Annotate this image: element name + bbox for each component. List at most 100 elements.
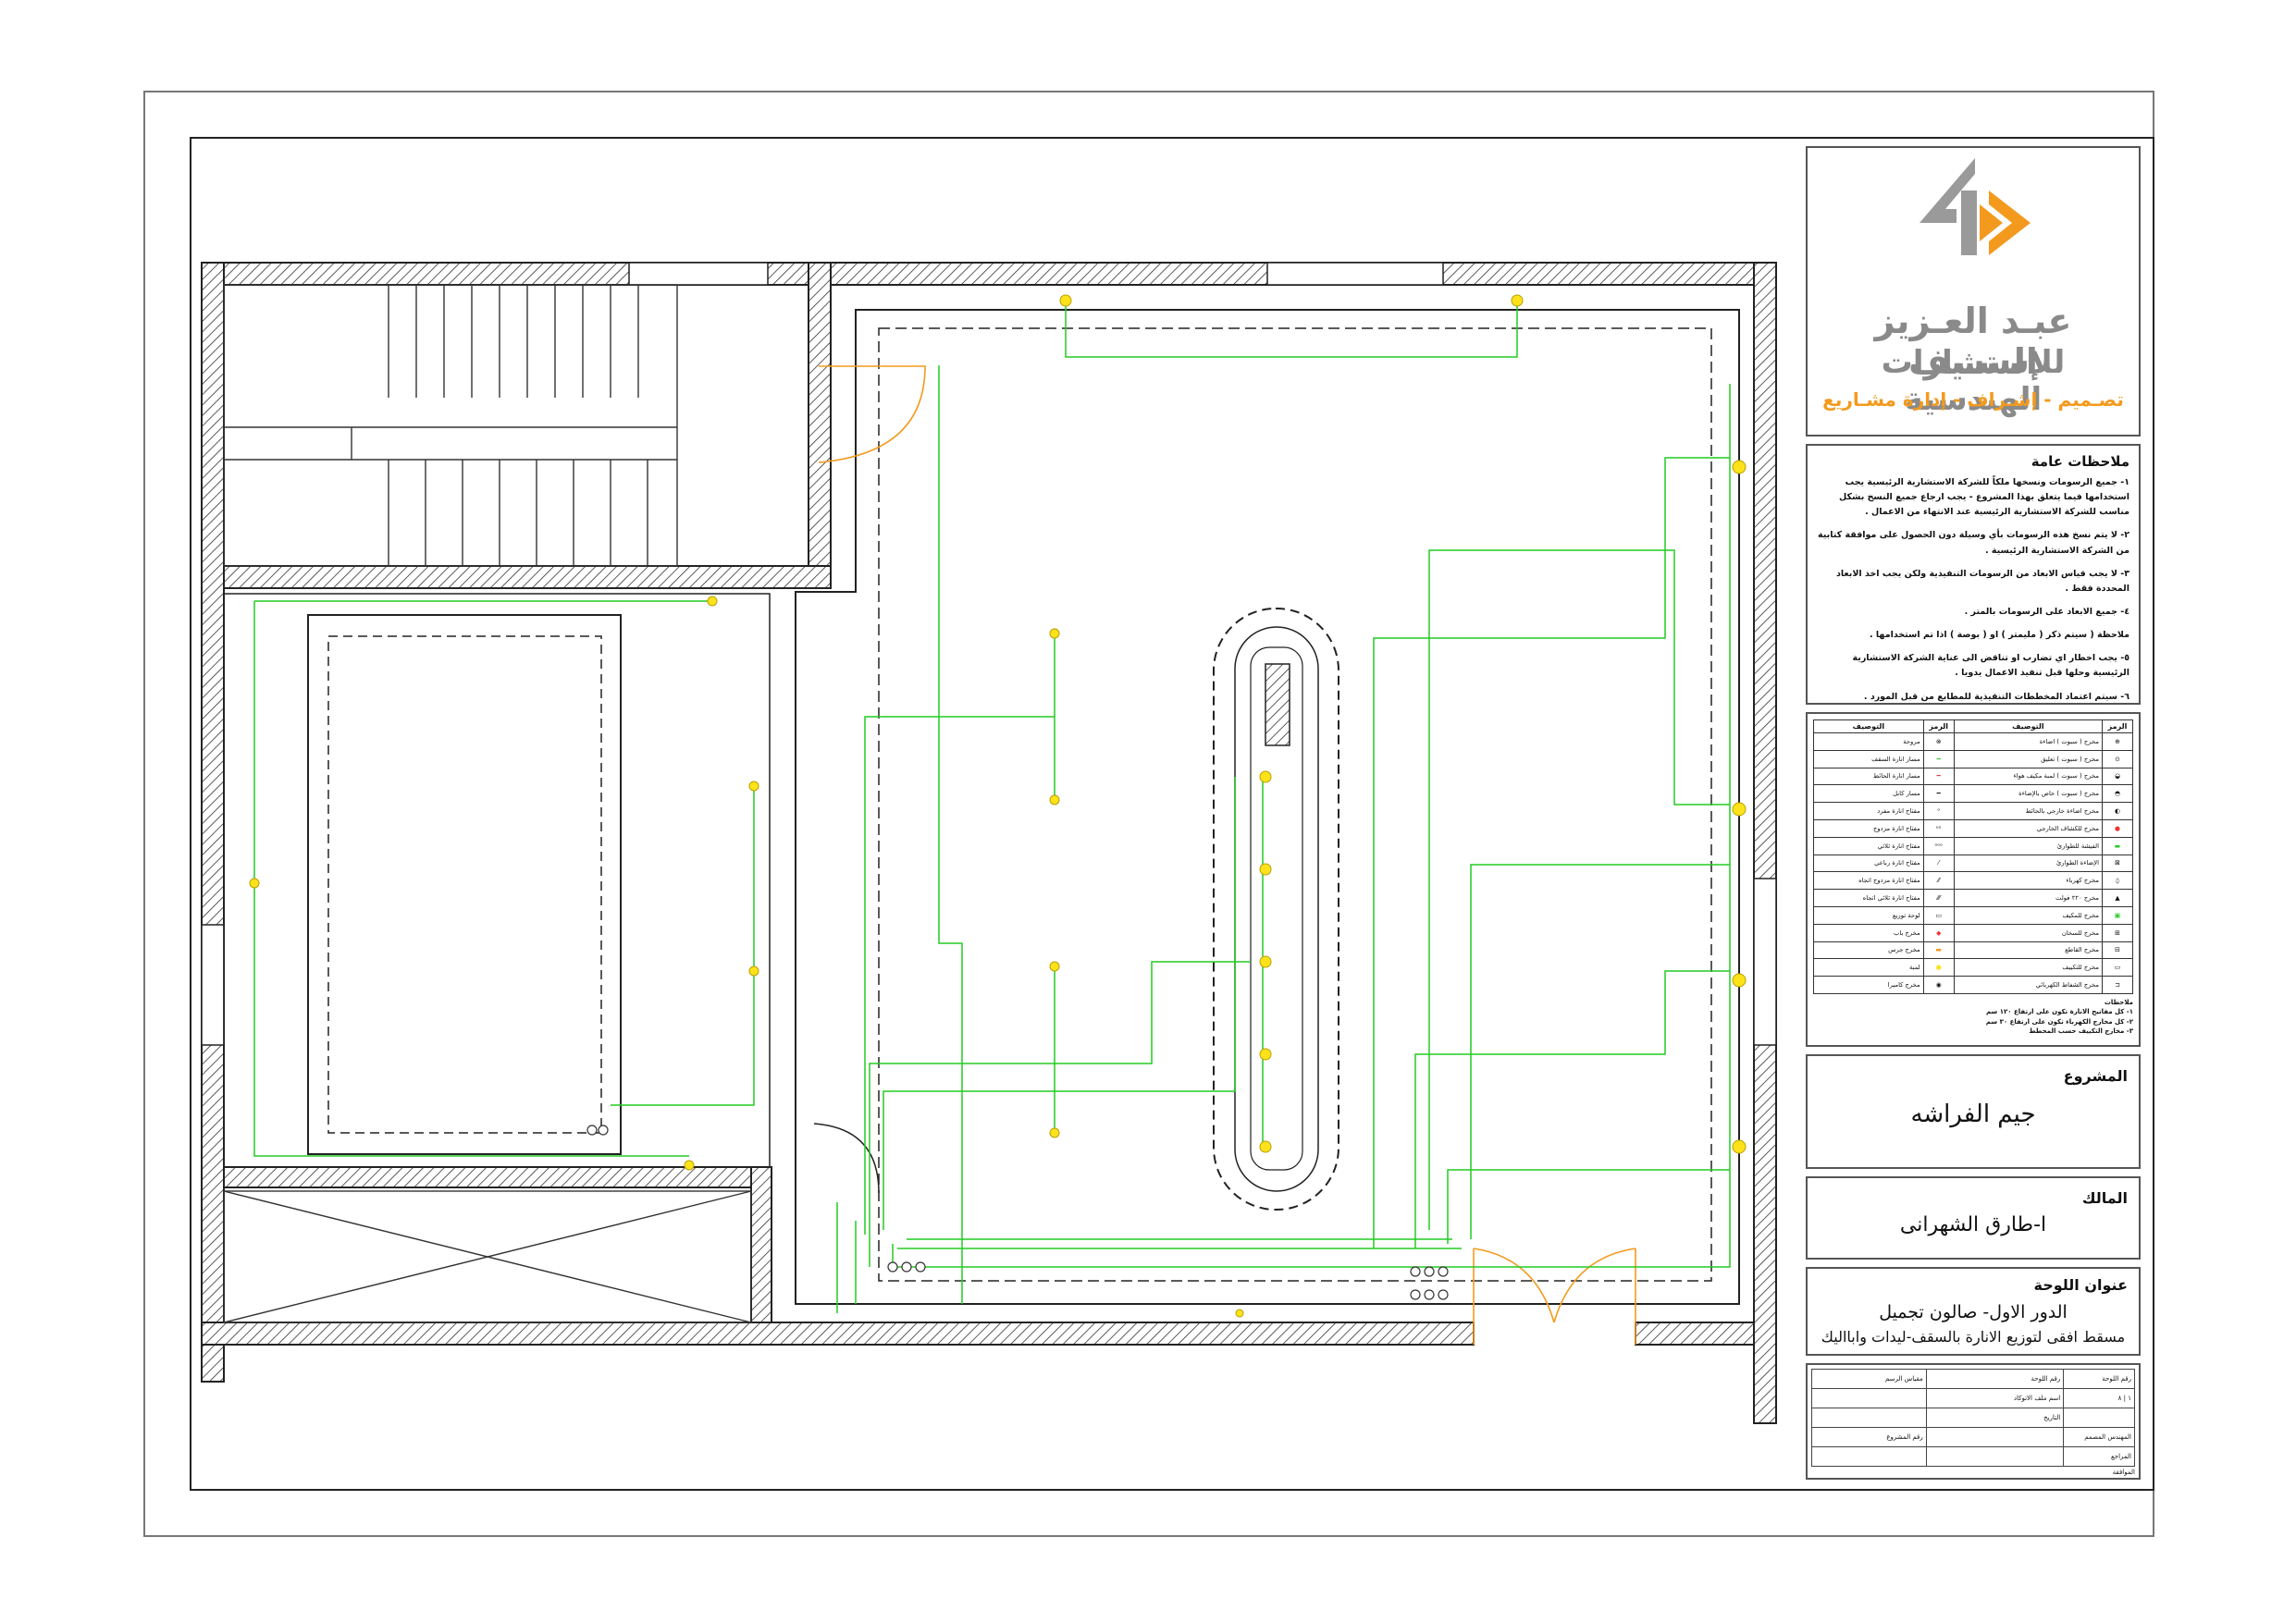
- legend-desc: مخرج للمكيف: [1953, 905, 2104, 925]
- approval-label: الموافقة: [2112, 1469, 2135, 1476]
- legend-desc: مخرج كاميرا: [1813, 976, 1924, 994]
- legend-symbol-icon: ⊗: [1922, 732, 1955, 751]
- legend-symbol-icon: ⊕: [2102, 732, 2133, 751]
- legend-header-symbol: الرمز: [1922, 719, 1955, 733]
- lighting-circuits: [253, 305, 1731, 1313]
- date-label: التاريخ: [1925, 1408, 2065, 1428]
- project-panel: المشروع جيم الفراشه: [1806, 1054, 2141, 1169]
- note-item: ١- جميع الرسومات ونسخها ملكاً للشركة الا…: [1839, 477, 2129, 518]
- stairs: [223, 284, 678, 567]
- sheet-no-label: رقم اللوحة: [2063, 1369, 2135, 1389]
- legend-desc: الفيشة للطوارئ: [1953, 836, 2104, 855]
- legend-desc: مخرج ( سبوت ) لمبة مكيف هواء: [1953, 767, 2104, 786]
- legend-desc: مخرج القاطع: [1953, 941, 2104, 960]
- sheet-title-label: عنوان اللوحة: [2033, 1276, 2129, 1294]
- empty-cell: [1811, 1408, 1927, 1428]
- project-name: جيم الفراشه: [1910, 1100, 2036, 1128]
- owner-panel: المالك ا-طارق الشهرانى: [1806, 1176, 2141, 1260]
- review-label: المراجع: [2063, 1446, 2135, 1467]
- legend-symbol-icon: ⁄: [1922, 854, 1955, 873]
- legend-desc: الإضاءة الطوارئ: [1953, 854, 2104, 873]
- legend-symbol-icon: ◆: [1922, 923, 1955, 942]
- legend-desc: مخرج كهرباء: [1953, 871, 2104, 891]
- legend-symbol-icon: ⊟: [2102, 941, 2133, 960]
- legend-desc: مفتاح انارة مزدوج: [1813, 818, 1924, 838]
- legend-symbol-icon: ◒: [2102, 767, 2133, 786]
- legend-footnote: ٣- مخارج التكييف حسب المخطط: [2029, 1027, 2133, 1036]
- project-no-label: رقم المشروع: [1811, 1427, 1927, 1447]
- sheet-meta-panel: رقم اللوحة رقم اللوحة مقياس الرسم ١ | ٨ …: [1806, 1363, 2141, 1480]
- legend-footnote: ١- كل مفاتيح الانارة تكون على ارتفاع ١٢٠…: [1985, 1008, 2133, 1016]
- legend-desc: مسار كابل: [1813, 784, 1924, 804]
- note-item: ٣- لا يجب قياس الابعاد من الرسومات التنف…: [1835, 568, 2129, 594]
- legend-symbol-icon: ᵒᵒ: [1922, 818, 1955, 838]
- legend-symbol-icon: ᵒᵒᵒ: [1922, 836, 1955, 855]
- doors: [818, 365, 1636, 1345]
- legend-symbol-icon: ▣: [2102, 905, 2133, 925]
- sheet-no-label: رقم اللوحة: [1925, 1369, 2065, 1389]
- legend-desc: مسار انارة الحائط: [1813, 767, 1924, 786]
- legend-desc: مخرج باب: [1813, 923, 1924, 942]
- legend-footnotes: ملاحظات ١- كل مفاتيح الانارة تكون على ار…: [1813, 998, 2133, 1037]
- legend-symbol-icon: ◐: [2102, 802, 2133, 820]
- elevator-shaft: [223, 1190, 752, 1323]
- legend-desc: مفتاح انارة مزدوج اتجاه: [1813, 871, 1924, 891]
- legend-symbol-icon: ⁄⁄: [1922, 871, 1955, 891]
- legend-desc: مفتاح انارة رباعي: [1813, 854, 1924, 873]
- empty-cell: [1925, 1427, 2065, 1447]
- owner-label: المالك: [2081, 1189, 2128, 1207]
- legend-footnote: ٢- كل مخارج الكهرباء تكون على ارتفاع ٣٠ …: [1985, 1017, 2133, 1026]
- legend-desc: مخرج ٢٢٠ فولت: [1953, 889, 2104, 907]
- empty-cell: [1811, 1446, 1927, 1467]
- legend-symbol-icon: ⊏: [2102, 976, 2133, 994]
- legend-desc: مفتاح انارة مفرد: [1813, 802, 1924, 820]
- note-item: ٤- جميع الابعاد على الرسومات بالمتر .: [1964, 606, 2129, 617]
- main-hall: [795, 309, 1740, 1305]
- legend-symbol-icon: ▲: [2102, 889, 2133, 907]
- legend-desc: مروحة: [1813, 732, 1924, 751]
- legend-symbol-icon: ᵒ: [1922, 802, 1955, 820]
- legend-footnote: ملاحظات: [2104, 998, 2133, 1006]
- note-item: ٢- لا يتم نسخ هذه الرسومات بأي وسيلة دون…: [1818, 530, 2129, 556]
- legend-symbol-icon: ●: [2102, 818, 2133, 838]
- sheet-meta-table: رقم اللوحة رقم اللوحة مقياس الرسم ١ | ٨ …: [1811, 1369, 2135, 1467]
- legend-header-desc: التوصيف: [1813, 719, 1924, 733]
- legend-desc: مفتاح انارة ثلاثي اتجاه: [1813, 889, 1924, 907]
- legend-table: الرمز التوصيف الرمز التوصيف ⊕ مخرج ( سبوت…: [1813, 719, 2133, 994]
- scale-label: مقياس الرسم: [1811, 1369, 1927, 1389]
- legend-desc: مخرج الشفاط الكهربائي: [1953, 976, 2104, 994]
- legend-symbol-icon: ⊙: [2102, 749, 2133, 768]
- sheet-no-value: ١ | ٨: [2063, 1388, 2135, 1408]
- logo-panel: عبـد العـزيز السـيف للإستشارات الهندسية …: [1806, 146, 2141, 436]
- sheet-title-panel: عنوان اللوحة الدور الاول- صالون تجميل مس…: [1806, 1267, 2141, 1356]
- cad-file-label: اسم ملف الاتوكاد: [1925, 1388, 2065, 1408]
- legend-desc: مخرج للتكييف: [1953, 958, 2104, 977]
- empty-cell: [1925, 1446, 2065, 1467]
- legend-symbol-icon: ◉: [1922, 976, 1955, 994]
- sheet-title-line1: الدور الاول- صالون تجميل: [1879, 1302, 2068, 1322]
- legend-symbol-icon: ▭: [2102, 958, 2133, 977]
- empty-cell: [1811, 1388, 1927, 1408]
- note-item: ٦- سيتم اعتماد المخططات التنفيذية للمطاب…: [1863, 691, 2129, 702]
- legend-symbol-icon: ⊠: [2102, 854, 2133, 873]
- firm-tagline: تصـميم - إشـراف - إدارة مشـاريع: [1822, 388, 2124, 411]
- legend-symbol-icon: ●: [1922, 958, 1955, 977]
- legend-symbol-icon: ━: [1922, 767, 1955, 786]
- legend-symbol-icon: ▭: [1922, 905, 1955, 925]
- legend-desc: مخرج للكشاف الخارجي: [1953, 818, 2104, 838]
- legend-desc: لوحة توزيع: [1813, 905, 1924, 925]
- legend-symbol-icon: ⁄⁄⁄: [1922, 889, 1955, 907]
- legend-header-symbol: الرمز: [2102, 719, 2133, 733]
- legend-symbol-icon: ━: [1922, 784, 1955, 804]
- legend-panel: الرمز التوصيف الرمز التوصيف ⊕ مخرج ( سبوت…: [1806, 712, 2141, 1047]
- legend-desc: مخرج جرس: [1813, 941, 1924, 960]
- empty-cell: [2063, 1408, 2135, 1428]
- general-notes-panel: ملاحظات عامة ١- جميع الرسومات ونسخها ملك…: [1806, 444, 2141, 705]
- legend-symbol-icon: ◓: [2102, 784, 2133, 804]
- sheet-title-line2: مسقط افقى لتوزيع الانارة بالسقف-ليدات وا…: [1821, 1328, 2126, 1346]
- firm-logo-icon: [1920, 158, 2031, 255]
- legend-symbol-icon: ⏀: [2102, 871, 2133, 891]
- legend-symbol-icon: ⊞: [2102, 923, 2133, 942]
- legend-desc: مخرج ( سبوت ) تعليق: [1953, 749, 2104, 768]
- legend-header-desc: التوصيف: [1953, 719, 2104, 733]
